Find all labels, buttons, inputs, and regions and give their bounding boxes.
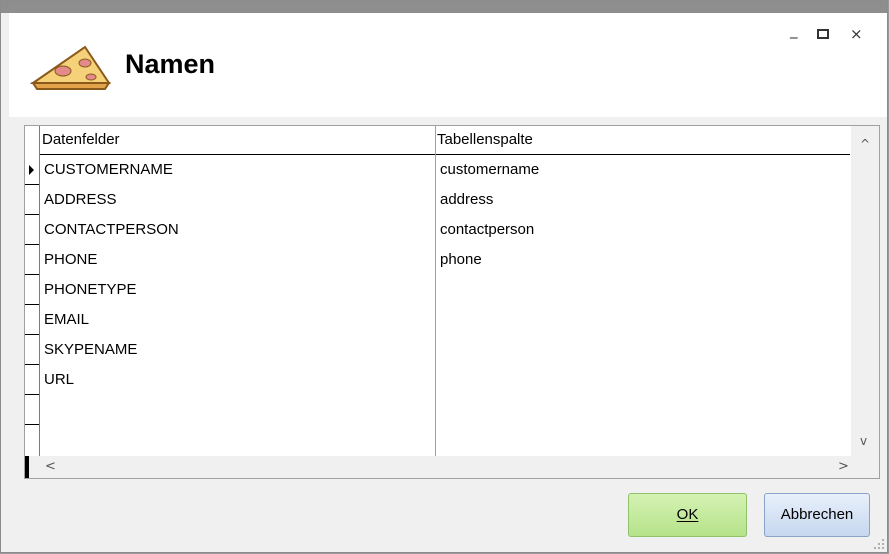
close-button[interactable]: ×	[850, 25, 863, 43]
cell-datenfeld[interactable]: EMAIL	[44, 305, 89, 335]
cheese-wedge-icon	[29, 45, 111, 90]
current-row-indicator-icon	[29, 165, 34, 175]
cell-tabellenspalte[interactable]: customername	[440, 155, 539, 185]
row-header[interactable]	[25, 365, 39, 395]
table-row[interactable]: URL	[25, 365, 850, 395]
table-row[interactable]: CUSTOMERNAME customername	[25, 155, 850, 185]
scroll-up-icon[interactable]: ^	[860, 137, 870, 151]
column-header-tabellenspalte[interactable]: Tabellenspalte	[436, 126, 850, 154]
grid-body: CUSTOMERNAME customername ADDRESS addres…	[25, 155, 850, 439]
table-row[interactable]: PHONE phone	[25, 245, 850, 275]
row-header[interactable]	[25, 395, 39, 425]
table-row[interactable]: PHONETYPE	[25, 275, 850, 305]
row-header[interactable]	[25, 155, 39, 185]
field-mapping-grid[interactable]: Datenfelder Tabellenspalte CUSTOMERNAME …	[24, 125, 880, 479]
row-header[interactable]	[25, 185, 39, 215]
resize-grip-icon[interactable]	[873, 538, 885, 550]
cancel-button[interactable]: Abbrechen	[764, 493, 870, 537]
dialog-title: Namen	[125, 49, 216, 79]
row-header[interactable]	[25, 425, 39, 439]
cancel-button-label: Abbrechen	[780, 506, 854, 523]
cell-datenfeld[interactable]: CUSTOMERNAME	[44, 155, 173, 185]
row-header[interactable]	[25, 245, 39, 275]
minimize-button[interactable]: _	[790, 21, 798, 39]
horizontal-scrollbar[interactable]: < >	[25, 456, 879, 478]
row-header[interactable]	[25, 275, 39, 305]
table-row[interactable]: ADDRESS address	[25, 185, 850, 215]
cell-tabellenspalte[interactable]: address	[440, 185, 493, 215]
cell-datenfeld[interactable]: SKYPENAME	[44, 335, 137, 365]
cell-datenfeld[interactable]: URL	[44, 365, 74, 395]
cell-tabellenspalte[interactable]: phone	[440, 245, 482, 275]
table-row[interactable]: EMAIL	[25, 305, 850, 335]
cell-datenfeld[interactable]: CONTACTPERSON	[44, 215, 179, 245]
window-top-border	[1, 1, 887, 13]
cell-tabellenspalte[interactable]: contactperson	[440, 215, 534, 245]
cell-datenfeld[interactable]: PHONETYPE	[44, 275, 137, 305]
ok-button-label: OK	[676, 506, 699, 523]
ok-button[interactable]: OK	[628, 493, 747, 537]
scroll-down-icon[interactable]: v	[860, 434, 867, 448]
column-header-datenfelder[interactable]: Datenfelder	[40, 126, 436, 154]
table-row[interactable]	[25, 425, 850, 439]
cell-datenfeld[interactable]: ADDRESS	[44, 185, 117, 215]
dialog-window: Namen _ × Datenfelder Tabellenspalte CUS…	[0, 0, 888, 553]
row-header[interactable]	[25, 215, 39, 245]
row-header[interactable]	[25, 305, 39, 335]
maximize-button[interactable]	[817, 29, 829, 39]
scroll-right-icon[interactable]: >	[838, 459, 849, 474]
table-row[interactable]: SKYPENAME	[25, 335, 850, 365]
cell-datenfeld[interactable]: PHONE	[44, 245, 97, 275]
table-row[interactable]: CONTACTPERSON contactperson	[25, 215, 850, 245]
vertical-scrollbar[interactable]: ^ v	[851, 126, 879, 456]
table-row[interactable]	[25, 395, 850, 425]
scroll-left-icon[interactable]: <	[45, 459, 56, 474]
row-header[interactable]	[25, 335, 39, 365]
